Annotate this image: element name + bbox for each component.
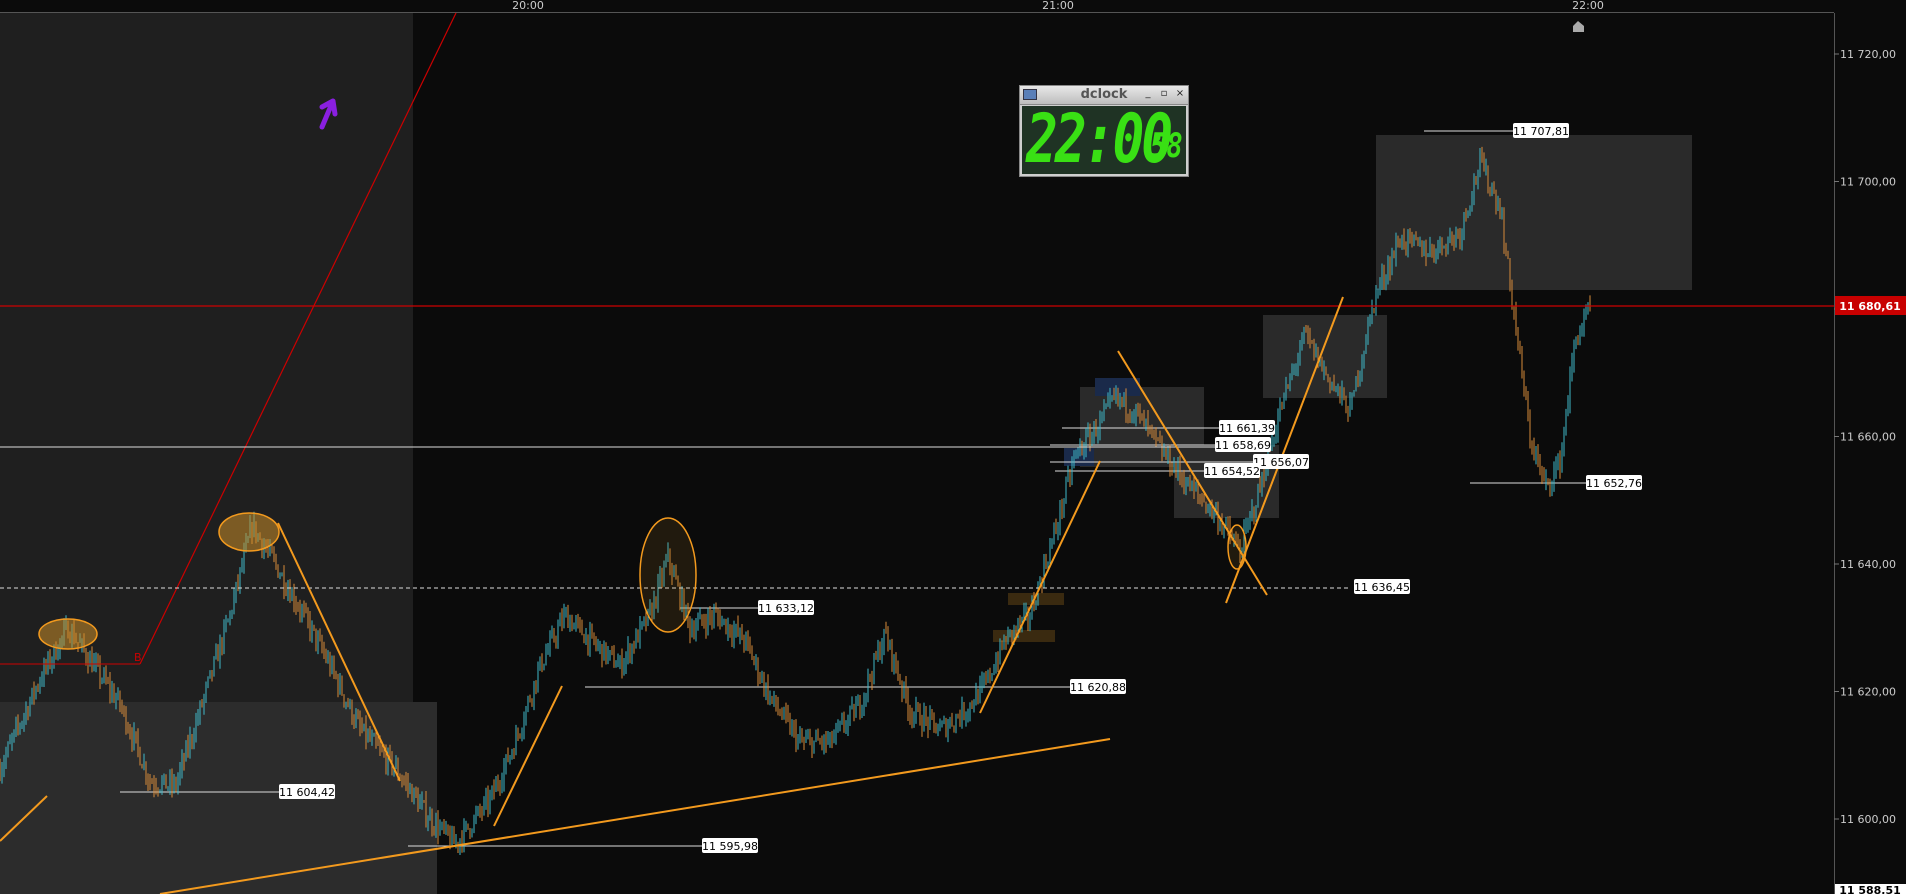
price-chart[interactable]: 20:00 21:00 22:00 11 720,00 11 700,00 11 680… (0, 0, 1906, 894)
ellipse-marker (218, 512, 280, 552)
shaded-zone (993, 630, 1055, 642)
close-icon[interactable]: × (1174, 88, 1186, 100)
clock-time: 22:00 (1026, 100, 1173, 179)
shaded-zone (1376, 135, 1692, 290)
ellipse-marker (38, 618, 98, 650)
clock-face: 22:00 58 (1022, 100, 1186, 179)
price-tick-label: 11 720,00 (1840, 48, 1896, 61)
price-tag-label: 11 620,88 (1070, 681, 1126, 694)
current-price-label: 11 680,61 (1839, 300, 1901, 313)
price-tag-label: 11 656,07 (1253, 456, 1309, 469)
price-tag-label: 11 604,42 (279, 786, 335, 799)
price-tag-label: 11 654,52 (1204, 465, 1260, 478)
dclock-window[interactable]: dclock _ ▫ × 22:00 58 (1019, 85, 1189, 179)
price-tag-label: 11 633,12 (758, 602, 814, 615)
price-tick-label: 11 660,00 (1840, 431, 1896, 444)
time-tick-label: 21:00 (1042, 0, 1074, 12)
clock-seconds: 58 (1150, 126, 1183, 166)
price-tick-label: 11 700,00 (1840, 176, 1896, 189)
minimize-icon[interactable]: _ (1142, 88, 1154, 100)
price-tick-label: 11 600,00 (1840, 813, 1896, 826)
ellipse-marker (639, 517, 697, 633)
marker-letter: B (134, 651, 142, 664)
price-tag-label: 11 658,69 (1215, 439, 1271, 452)
price-tick-label: 11 640,00 (1840, 558, 1896, 571)
bottom-price-label: 11 588,51 (1839, 884, 1901, 894)
price-tag-label: 11 636,45 (1354, 581, 1410, 594)
price-tag-label: 11 595,98 (702, 840, 758, 853)
shaded-zone (0, 702, 437, 894)
price-tag-label: 11 707,81 (1513, 125, 1569, 138)
price-tag-label: 11 652,76 (1586, 477, 1642, 490)
price-tick-label: 11 620,00 (1840, 686, 1896, 699)
time-tick-label: 22:00 (1572, 0, 1604, 12)
maximize-icon[interactable]: ▫ (1158, 88, 1170, 100)
time-tick-label: 20:00 (512, 0, 544, 12)
price-tag-label: 11 661,39 (1219, 422, 1275, 435)
ellipse-marker (1227, 524, 1247, 570)
